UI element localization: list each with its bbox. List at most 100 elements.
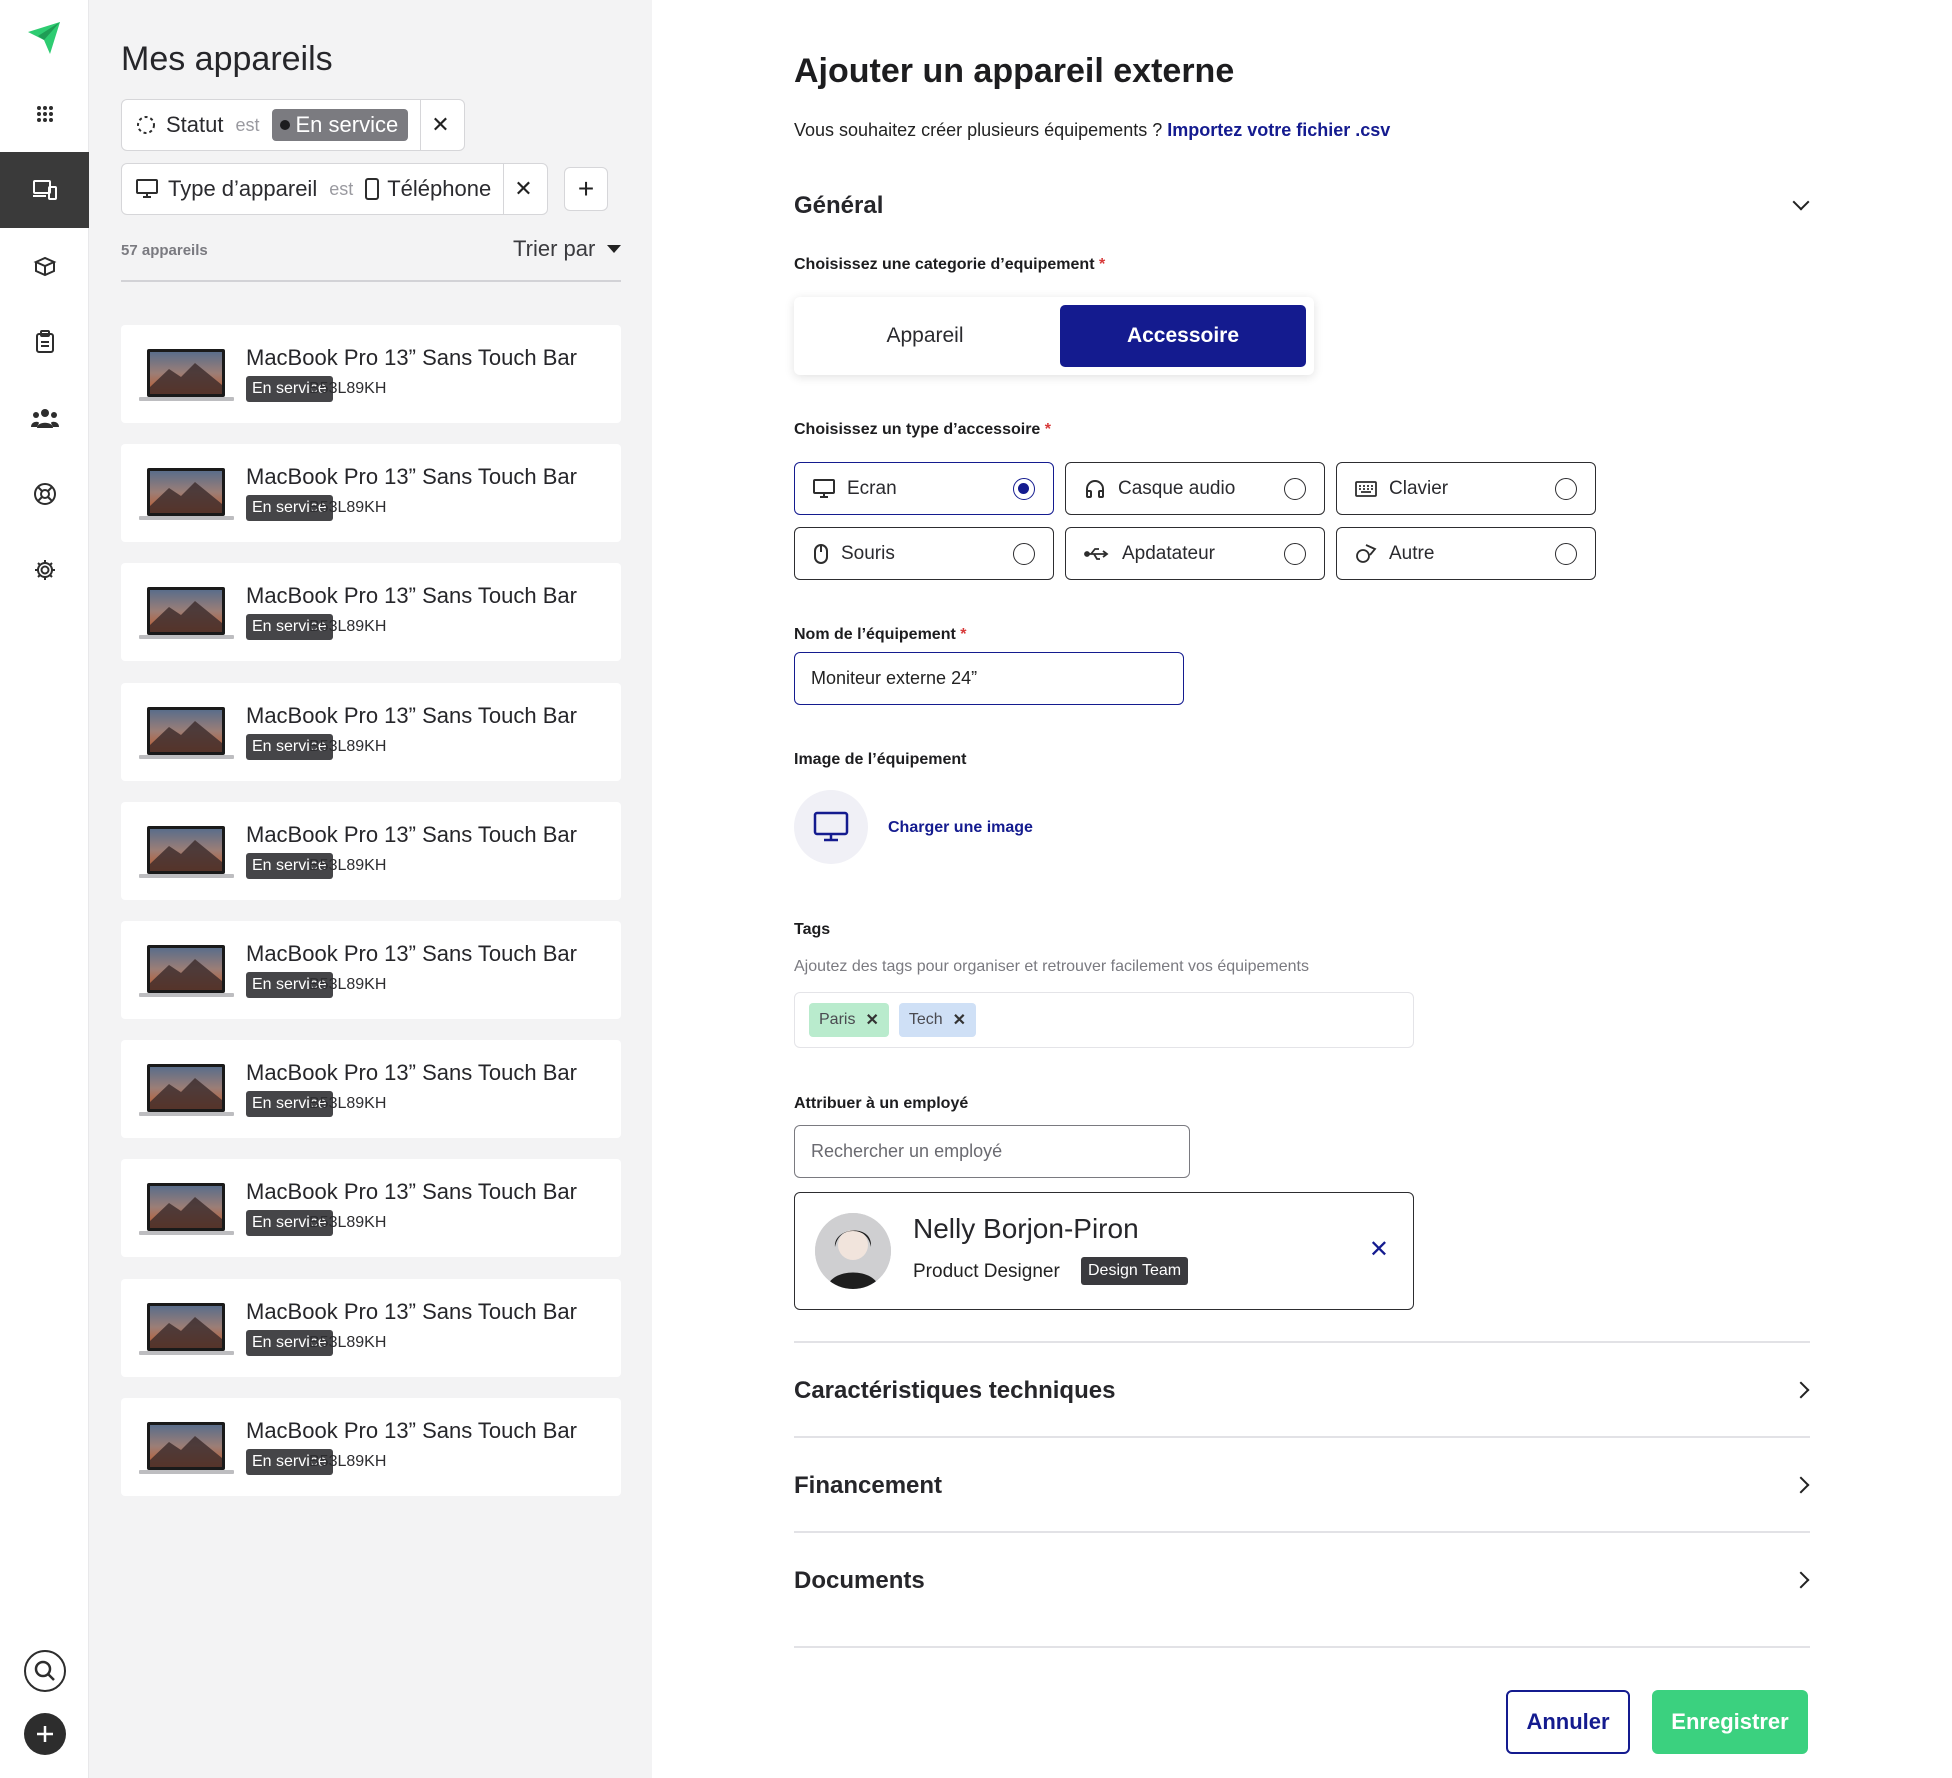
filter-operator: est (235, 114, 260, 135)
laptop-image (139, 1421, 234, 1474)
device-name: MacBook Pro 13” Sans Touch Bar (246, 941, 577, 966)
device-name: MacBook Pro 13” Sans Touch Bar (246, 464, 577, 490)
chevron-right-icon[interactable] (1792, 1571, 1810, 1589)
category-toggle: Appareil Accessoire (794, 297, 1314, 375)
laptop-image (139, 349, 234, 401)
device-name: MacBook Pro 13” Sans Touch Bar (246, 1060, 577, 1086)
type-option-ecran[interactable]: Ecran (794, 462, 1054, 515)
filter-value[interactable]: En service (271, 109, 409, 141)
device-card[interactable]: MacBook Pro 13” Sans Touch Bar En service… (121, 1278, 621, 1377)
sort-dropdown[interactable]: Trier par (513, 236, 622, 262)
laptop-image (139, 1183, 234, 1236)
avatar (815, 1213, 891, 1289)
chevron-down-icon[interactable] (1792, 193, 1810, 211)
type-option-clavier[interactable]: Clavier (1336, 462, 1596, 515)
section-general[interactable]: Général (794, 192, 883, 220)
type-option-casque[interactable]: Casque audio (1065, 462, 1325, 515)
radio-button[interactable] (1284, 543, 1306, 565)
equipment-name-input[interactable]: Moniteur externe 24” (794, 652, 1184, 705)
box-icon[interactable] (0, 228, 89, 304)
tags-label: Tags (794, 921, 831, 938)
chevron-right-icon[interactable] (1792, 1476, 1810, 1494)
device-card[interactable]: MacBook Pro 13” Sans Touch Bar En service… (121, 1159, 621, 1258)
tags-input[interactable]: Paris ✕ Tech ✕ (794, 992, 1414, 1048)
device-serial: B53L89KH (309, 1214, 387, 1232)
radio-button[interactable] (1555, 543, 1577, 565)
section-tech-specs[interactable]: Caractéristiques techniques (794, 1377, 1115, 1405)
radio-button[interactable] (1013, 478, 1035, 500)
close-icon[interactable]: ✕ (514, 176, 532, 202)
filter-field: Type d’appareil (168, 176, 318, 201)
device-card[interactable]: MacBook Pro 13” Sans Touch Bar En service… (121, 325, 621, 423)
laptop-image (139, 468, 234, 521)
device-card[interactable]: MacBook Pro 13” Sans Touch Bar En service… (121, 801, 621, 900)
employee-name: Nelly Borjon-Piron (913, 1213, 1139, 1244)
usb-icon (1084, 543, 1110, 565)
radio-button[interactable] (1013, 543, 1035, 565)
form-subtitle: Vous souhaitez créer plusieurs équipemen… (794, 120, 1391, 140)
section-documents[interactable]: Documents (794, 1567, 925, 1595)
name-label: Nom de l’équipement * (794, 626, 967, 643)
device-card[interactable]: MacBook Pro 13” Sans Touch Bar En service… (121, 444, 621, 543)
assign-label: Attribuer à un employé (794, 1095, 969, 1112)
status-icon (137, 116, 155, 134)
filter-value[interactable]: Téléphone (387, 176, 491, 202)
device-name: MacBook Pro 13” Sans Touch Bar (246, 345, 577, 370)
support-icon[interactable] (0, 456, 89, 532)
device-serial: B53L89KH (309, 499, 387, 517)
category-option-appareil[interactable]: Appareil (802, 305, 1048, 367)
dashboard-icon[interactable] (0, 76, 89, 152)
close-icon[interactable]: ✕ (1369, 1235, 1389, 1264)
remove-tag-icon[interactable]: ✕ (865, 1010, 878, 1030)
add-icon[interactable] (24, 1713, 66, 1755)
monitor-icon (813, 478, 835, 500)
employee-search-input[interactable]: Rechercher un employé (794, 1125, 1190, 1178)
type-option-autre[interactable]: Autre (1336, 527, 1596, 580)
cancel-button[interactable]: Annuler (1506, 1690, 1630, 1754)
tag-paris: Paris ✕ (809, 1003, 889, 1037)
device-serial: B53L89KH (309, 976, 387, 993)
device-serial: B53L89KH (309, 737, 387, 755)
mouse-icon (813, 543, 829, 565)
device-card[interactable]: MacBook Pro 13” Sans Touch Bar En service… (121, 921, 621, 1019)
device-card[interactable]: MacBook Pro 13” Sans Touch Bar En service… (121, 563, 621, 662)
upload-image-link[interactable]: Charger une image (888, 819, 1033, 837)
device-serial: B53L89KH (309, 1452, 387, 1470)
import-csv-link[interactable]: Importez votre fichier .csv (1167, 120, 1390, 140)
phone-icon (365, 178, 380, 200)
headphones-icon (1084, 478, 1106, 500)
device-name: MacBook Pro 13” Sans Touch Bar (246, 583, 577, 609)
search-icon[interactable] (24, 1650, 66, 1692)
settings-icon[interactable] (0, 532, 89, 608)
tag-tech: Tech ✕ (898, 1003, 977, 1037)
clipboard-icon[interactable] (0, 304, 89, 380)
add-device-form: Ajouter un appareil externe Vous souhait… (652, 0, 1952, 1778)
logo-icon[interactable] (26, 20, 64, 58)
device-serial: B53L89KH (309, 618, 387, 636)
radio-button[interactable] (1555, 478, 1577, 500)
equipment-image[interactable] (794, 790, 868, 864)
radio-button[interactable] (1284, 478, 1306, 500)
save-button[interactable]: Enregistrer (1652, 1690, 1808, 1754)
laptop-image (139, 1302, 234, 1355)
device-card[interactable]: MacBook Pro 13” Sans Touch Bar En service… (121, 1397, 621, 1496)
type-option-souris[interactable]: Souris (794, 527, 1054, 580)
section-financing[interactable]: Financement (794, 1472, 942, 1500)
add-filter-button[interactable]: + (564, 167, 608, 211)
caret-down-icon (607, 245, 622, 253)
laptop-image (139, 1064, 234, 1117)
filter-field: Statut (166, 112, 224, 137)
device-card[interactable]: MacBook Pro 13” Sans Touch Bar En service… (121, 1040, 621, 1139)
team-icon[interactable] (0, 380, 89, 456)
remove-tag-icon[interactable]: ✕ (953, 1010, 966, 1030)
category-option-accessoire[interactable]: Accessoire (1060, 305, 1306, 367)
device-card[interactable]: MacBook Pro 13” Sans Touch Bar En service… (121, 682, 621, 781)
filter-chip-status[interactable]: Statut est En service ✕ (121, 99, 465, 151)
filter-chip-device-type[interactable]: Type d’appareil est Téléphone ✕ (121, 163, 548, 215)
type-option-adaptateur[interactable]: Apdatateur (1065, 527, 1325, 580)
category-label: Choisissez une categorie d’equipement * (794, 256, 1106, 273)
close-icon[interactable]: ✕ (431, 112, 449, 138)
monitor-icon (136, 179, 158, 198)
chevron-right-icon[interactable] (1792, 1381, 1810, 1399)
devices-icon[interactable] (0, 152, 89, 228)
